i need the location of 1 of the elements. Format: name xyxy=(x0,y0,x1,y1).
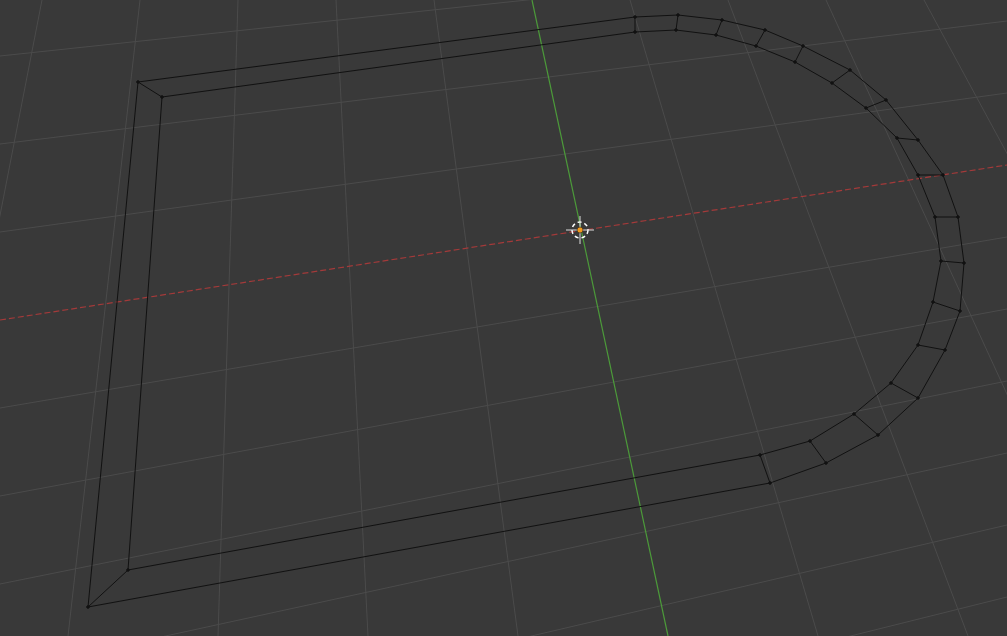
3d-cursor-icon xyxy=(565,215,595,245)
